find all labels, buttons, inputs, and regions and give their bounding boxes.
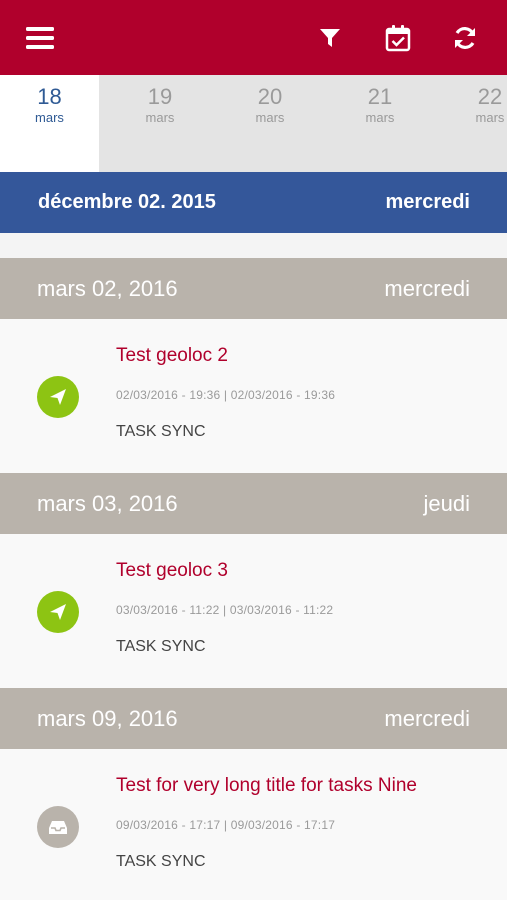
filter-button[interactable]	[310, 20, 350, 56]
date-tab-20[interactable]: 20 mars	[215, 75, 325, 172]
paper-plane-icon	[50, 389, 66, 405]
task-status-badge	[37, 376, 79, 418]
date-tab-number: 22	[477, 84, 503, 109]
section-weekday: mercredi	[384, 276, 470, 301]
empty-section-body	[0, 233, 507, 258]
date-tab-number: 20	[257, 84, 283, 109]
menu-button[interactable]	[20, 20, 60, 56]
paper-plane-icon	[50, 604, 66, 620]
task-title: Test geoloc 3	[116, 560, 228, 581]
date-tab-month: mars	[475, 110, 505, 125]
section-header-highlight: décembre 02. 2015 mercredi	[0, 172, 507, 233]
task-status: TASK SYNC	[116, 638, 206, 655]
calendar-check-icon	[385, 25, 411, 52]
section-date: mars 09, 2016	[37, 706, 178, 731]
task-item[interactable]: Test for very long title for tasks Nine …	[0, 749, 507, 900]
refresh-button[interactable]	[445, 20, 485, 56]
section-date: mars 03, 2016	[37, 491, 178, 516]
date-tab-number: 19	[147, 84, 173, 109]
task-status-badge	[37, 806, 79, 848]
inbox-icon	[49, 821, 67, 834]
task-item[interactable]: Test geoloc 2 02/03/2016 - 19:36 | 02/03…	[0, 319, 507, 473]
task-status: TASK SYNC	[116, 853, 206, 870]
hamburger-menu-icon	[26, 27, 54, 49]
section-header: mars 09, 2016 mercredi	[0, 688, 507, 749]
date-tab-month: mars	[35, 110, 64, 125]
section-header: mars 03, 2016 jeudi	[0, 473, 507, 534]
task-dates: 09/03/2016 - 17:17 | 09/03/2016 - 17:17	[116, 818, 336, 832]
task-title: Test geoloc 2	[116, 345, 228, 366]
task-dates: 02/03/2016 - 19:36 | 02/03/2016 - 19:36	[116, 388, 336, 402]
date-tab-number: 21	[367, 84, 393, 109]
task-title: Test for very long title for tasks Nine	[116, 775, 417, 796]
date-tab-number: 18	[37, 84, 62, 109]
task-status-badge	[37, 591, 79, 633]
section-weekday: jeudi	[423, 491, 470, 516]
date-tab-18[interactable]: 18 mars	[0, 75, 99, 172]
date-strip: 18 mars 19 mars 20 mars 21 mars 22 mars	[0, 75, 507, 172]
date-tab-19[interactable]: 19 mars	[105, 75, 215, 172]
date-tab-month: mars	[255, 110, 285, 125]
top-toolbar	[0, 0, 507, 75]
date-tab-22[interactable]: 22 mars	[435, 75, 507, 172]
calendar-button[interactable]	[378, 20, 418, 56]
section-date: mars 02, 2016	[37, 276, 178, 301]
section-weekday: mercredi	[385, 191, 471, 213]
date-tab-month: mars	[145, 110, 175, 125]
filter-icon	[320, 29, 340, 47]
refresh-icon	[455, 27, 475, 49]
date-tab-month: mars	[365, 110, 395, 125]
task-dates: 03/03/2016 - 11:22 | 03/03/2016 - 11:22	[116, 603, 334, 617]
section-header: mars 02, 2016 mercredi	[0, 258, 507, 319]
section-weekday: mercredi	[384, 706, 470, 731]
task-item[interactable]: Test geoloc 3 03/03/2016 - 11:22 | 03/03…	[0, 534, 507, 688]
section-date: décembre 02. 2015	[38, 191, 216, 213]
date-tab-21[interactable]: 21 mars	[325, 75, 435, 172]
task-status: TASK SYNC	[116, 423, 206, 440]
